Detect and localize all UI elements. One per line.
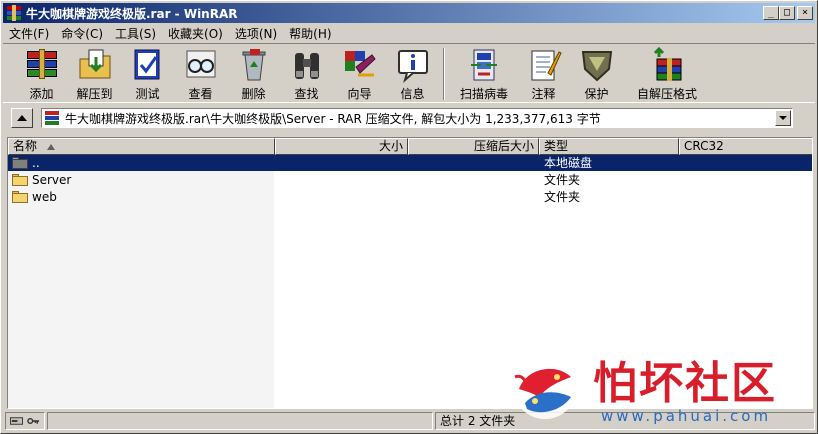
menu-file[interactable]: 文件(F)	[3, 25, 55, 42]
menu-commands[interactable]: 命令(C)	[55, 25, 109, 42]
column-header-size[interactable]: 大小	[275, 138, 408, 155]
find-label: 查找	[294, 87, 319, 101]
comment-notepad-icon	[526, 47, 562, 83]
sfx-button[interactable]: 自解压格式	[623, 44, 711, 102]
sort-ascending-icon	[47, 143, 56, 150]
info-icon	[395, 47, 431, 83]
rar-archive-icon	[45, 111, 61, 125]
maximize-button[interactable]: □	[779, 6, 795, 20]
fish-logo-icon	[513, 355, 577, 419]
extract-to-label: 解压到	[76, 87, 113, 101]
sfx-label: 自解压格式	[636, 87, 697, 101]
winrar-window: 牛大咖棋牌游戏终极版.rar - WinRAR _ □ × 文件(F) 命令(C…	[0, 0, 818, 434]
table-row-web[interactable]: web 文件夹	[8, 189, 812, 205]
wizard-button[interactable]: 向导	[333, 44, 386, 102]
parent-folder-icon	[12, 157, 28, 169]
watermark-url: www.pahuai.com	[601, 407, 772, 425]
file-type: 文件夹	[544, 190, 581, 204]
key-icon	[27, 417, 40, 425]
window-title: 牛大咖棋牌游戏终极版.rar - WinRAR	[26, 6, 238, 21]
test-label: 测试	[135, 87, 160, 101]
column-header-packed-size[interactable]: 压缩后大小	[408, 138, 539, 155]
comment-button[interactable]: 注释	[517, 44, 570, 102]
file-name: ..	[32, 156, 40, 170]
menu-bar: 文件(F) 命令(C) 工具(S) 收藏夹(O) 选项(N) 帮助(H)	[3, 24, 338, 42]
menu-options[interactable]: 选项(N)	[229, 25, 283, 42]
close-button[interactable]: ×	[797, 6, 813, 20]
folder-icon	[12, 191, 28, 203]
wizard-label: 向导	[347, 87, 372, 101]
winrar-app-icon[interactable]	[6, 5, 22, 21]
chevron-down-icon	[779, 116, 787, 120]
file-type: 文件夹	[544, 173, 581, 187]
table-row-parent[interactable]: .. 本地磁盘	[8, 155, 812, 171]
path-dropdown-button[interactable]	[775, 110, 791, 126]
column-header-type[interactable]: 类型	[539, 138, 679, 155]
find-button[interactable]: 查找	[280, 44, 333, 102]
comment-label: 注释	[531, 87, 556, 101]
recycle-bin-icon	[236, 47, 272, 83]
test-button[interactable]: 测试	[121, 44, 174, 102]
toolbar: 添加 解压到 测试 查看 删除 查找 向导 信息 扫描病毒 注释 保护 自解压格…	[3, 43, 815, 103]
info-button[interactable]: 信息	[386, 44, 439, 102]
extract-to-button[interactable]: 解压到	[68, 44, 121, 102]
status-icons	[5, 412, 45, 430]
extract-folder-icon	[77, 47, 113, 83]
add-button[interactable]: 添加	[15, 44, 68, 102]
title-bar[interactable]: 牛大咖棋牌游戏终极版.rar - WinRAR _ □ ×	[3, 3, 815, 23]
view-button[interactable]: 查看	[174, 44, 227, 102]
protect-button[interactable]: 保护	[570, 44, 623, 102]
virus-scan-icon	[466, 47, 502, 83]
column-header-name[interactable]: 名称	[8, 138, 275, 155]
archive-books-icon	[24, 47, 60, 83]
column-headers: 名称 大小 压缩后大小 类型 CRC32	[8, 138, 812, 155]
watermark-title: 怕坏社区	[593, 358, 777, 409]
info-label: 信息	[400, 87, 425, 101]
delete-label: 删除	[241, 87, 266, 101]
watermark: 怕坏社区 www.pahuai.com	[501, 341, 818, 431]
protect-label: 保护	[584, 87, 609, 101]
scan-virus-label: 扫描病毒	[459, 87, 508, 101]
up-arrow-icon	[17, 115, 27, 121]
table-row-server[interactable]: Server 文件夹	[8, 172, 812, 188]
address-bar: 牛大咖棋牌游戏终极版.rar\牛大咖终极版\Server - RAR 压缩文件,…	[3, 105, 815, 131]
delete-button[interactable]: 删除	[227, 44, 280, 102]
view-label: 查看	[188, 87, 213, 101]
path-combobox[interactable]: 牛大咖棋牌游戏终极版.rar\牛大咖终极版\Server - RAR 压缩文件,…	[41, 108, 793, 128]
menu-help[interactable]: 帮助(H)	[283, 25, 337, 42]
drive-icon	[10, 417, 23, 425]
file-type: 本地磁盘	[544, 156, 593, 170]
sfx-archive-icon	[649, 46, 685, 83]
glasses-icon	[183, 47, 219, 83]
shield-icon	[579, 47, 615, 83]
path-text: 牛大咖棋牌游戏终极版.rar\牛大咖终极版\Server - RAR 压缩文件,…	[65, 111, 601, 126]
file-name: web	[32, 190, 57, 204]
status-selection	[47, 412, 433, 430]
up-folder-button[interactable]	[11, 108, 33, 128]
column-header-crc32[interactable]: CRC32	[679, 138, 812, 155]
folder-icon	[12, 174, 28, 186]
menu-tools[interactable]: 工具(S)	[109, 25, 162, 42]
wizard-icon	[342, 47, 378, 83]
file-name: Server	[32, 173, 72, 187]
menu-favorites[interactable]: 收藏夹(O)	[162, 25, 229, 42]
binoculars-icon	[289, 47, 325, 83]
toolbar-separator	[443, 48, 445, 100]
minimize-button[interactable]: _	[763, 6, 779, 20]
test-book-icon	[130, 47, 166, 83]
scan-virus-button[interactable]: 扫描病毒	[451, 44, 517, 102]
add-label: 添加	[29, 87, 54, 101]
